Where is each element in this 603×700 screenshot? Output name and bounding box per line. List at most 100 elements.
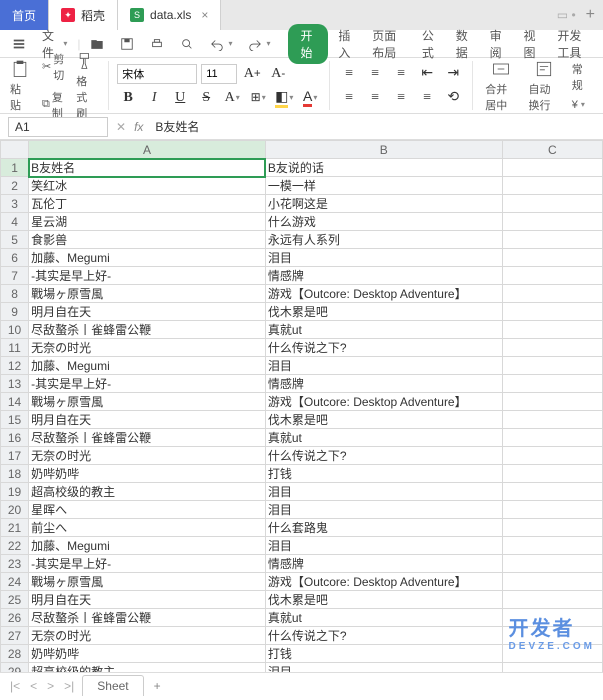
cell[interactable]: B友姓名 (29, 159, 266, 177)
cell[interactable] (502, 195, 602, 213)
justify-button[interactable]: ≡ (416, 87, 438, 109)
cell[interactable] (502, 213, 602, 231)
cell[interactable]: 什么传说之下? (265, 447, 502, 465)
cell[interactable]: B友说的话 (265, 159, 502, 177)
strike-button[interactable]: S (195, 87, 217, 109)
cell[interactable] (502, 321, 602, 339)
cell[interactable]: 小花啊这是 (265, 195, 502, 213)
format-painter-button[interactable]: 格式刷 (72, 49, 100, 123)
row-header[interactable]: 6 (1, 249, 29, 267)
window-menu-icon[interactable]: ▭ • (557, 8, 576, 22)
column-header[interactable]: B (265, 141, 502, 159)
cell[interactable] (502, 591, 602, 609)
cell[interactable]: 游戏【Outcore: Desktop Adventure】 (265, 285, 502, 303)
row-header[interactable]: 24 (1, 573, 29, 591)
cell[interactable] (502, 627, 602, 645)
cell[interactable] (502, 483, 602, 501)
underline-button[interactable]: U (169, 87, 191, 109)
align-center-button[interactable]: ≡ (364, 87, 386, 109)
cell[interactable]: 戰場ヶ原雪風 (29, 573, 266, 591)
cell[interactable]: 情感牌 (265, 375, 502, 393)
cell[interactable]: 打钱 (265, 465, 502, 483)
row-header[interactable]: 26 (1, 609, 29, 627)
cell[interactable] (502, 177, 602, 195)
formula-input[interactable]: B友姓名 (151, 118, 595, 135)
cell[interactable]: 什么游戏 (265, 213, 502, 231)
cell[interactable] (502, 393, 602, 411)
number-format-select[interactable]: 常规 (568, 59, 589, 95)
cell[interactable]: 无奈の时光 (29, 447, 266, 465)
add-sheet-button[interactable]: + (148, 677, 167, 695)
cell[interactable] (502, 339, 602, 357)
fx-icon[interactable]: fx (134, 120, 143, 134)
row-header[interactable]: 21 (1, 519, 29, 537)
fill-color-button[interactable]: ◧▾ (273, 87, 295, 109)
cell[interactable]: 泪目 (265, 663, 502, 673)
cell[interactable]: 星晖へ (29, 501, 266, 519)
cell[interactable]: 什么套路鬼 (265, 519, 502, 537)
wrap-text-button[interactable]: 自动换行 (524, 57, 563, 115)
cell[interactable]: 明月自在天 (29, 411, 266, 429)
row-header[interactable]: 22 (1, 537, 29, 555)
cell[interactable] (502, 231, 602, 249)
typography-button[interactable]: A▾ (221, 87, 243, 109)
cell[interactable]: 戰場ヶ原雪風 (29, 393, 266, 411)
cell[interactable]: 真就ut (265, 429, 502, 447)
sheet-prev-icon[interactable]: < (26, 677, 41, 695)
column-header[interactable]: A (29, 141, 266, 159)
cell[interactable] (502, 159, 602, 177)
preview-icon[interactable] (174, 35, 200, 53)
cell[interactable]: 打钱 (265, 645, 502, 663)
cell[interactable]: 瓦伦丁 (29, 195, 266, 213)
cell[interactable]: 伐木累是吧 (265, 303, 502, 321)
cell[interactable]: 超高校级的教主 (29, 483, 266, 501)
cell[interactable]: 尽敌螯杀丨雀蜂雷公鞭 (29, 429, 266, 447)
row-header[interactable]: 15 (1, 411, 29, 429)
sheet-last-icon[interactable]: >| (60, 677, 78, 695)
undo-icon[interactable]: ▾ (204, 35, 238, 53)
cell[interactable]: 什么传说之下? (265, 627, 502, 645)
font-color-button[interactable]: A▾ (299, 87, 321, 109)
cell[interactable]: 加藤、Megumi (29, 249, 266, 267)
cell[interactable] (502, 429, 602, 447)
row-header[interactable]: 5 (1, 231, 29, 249)
indent-dec-button[interactable]: ⇤ (416, 63, 438, 85)
cell[interactable]: 无奈の时光 (29, 627, 266, 645)
cell[interactable]: 加藤、Megumi (29, 357, 266, 375)
italic-button[interactable]: I (143, 87, 165, 109)
cell[interactable]: 星云湖 (29, 213, 266, 231)
cell[interactable]: 超高校级的教主 (29, 663, 266, 673)
cell[interactable] (502, 303, 602, 321)
row-header[interactable]: 2 (1, 177, 29, 195)
cell[interactable]: -其实是早上好- (29, 555, 266, 573)
row-header[interactable]: 25 (1, 591, 29, 609)
tab-file[interactable]: S data.xls × (118, 0, 221, 30)
font-name-select[interactable] (117, 64, 197, 84)
cell[interactable] (502, 501, 602, 519)
cell[interactable]: 情感牌 (265, 555, 502, 573)
sheet-first-icon[interactable]: |< (6, 677, 24, 695)
row-header[interactable]: 23 (1, 555, 29, 573)
row-header[interactable]: 13 (1, 375, 29, 393)
cut-button[interactable]: ✂剪切 (38, 49, 68, 85)
cell[interactable]: 泪目 (265, 537, 502, 555)
align-top-button[interactable]: ≡ (338, 63, 360, 85)
cell[interactable]: 情感牌 (265, 267, 502, 285)
merge-center-button[interactable]: 合并居中 (481, 57, 520, 115)
paste-button[interactable]: 粘贴 (6, 57, 34, 115)
font-size-select[interactable] (201, 64, 237, 84)
cell[interactable]: 泪目 (265, 483, 502, 501)
redo-icon[interactable]: ▾ (242, 35, 276, 53)
cell[interactable] (502, 285, 602, 303)
cell[interactable] (502, 465, 602, 483)
cell[interactable]: 永远有人系列 (265, 231, 502, 249)
row-header[interactable]: 10 (1, 321, 29, 339)
row-header[interactable]: 28 (1, 645, 29, 663)
decrease-font-button[interactable]: A- (267, 63, 289, 85)
cell[interactable] (502, 519, 602, 537)
cell[interactable]: 伐木累是吧 (265, 591, 502, 609)
new-tab-button[interactable]: + (586, 6, 595, 24)
cell[interactable]: -其实是早上好- (29, 375, 266, 393)
cell[interactable] (502, 537, 602, 555)
ribbon-tab-data[interactable]: 数据 (448, 24, 480, 64)
